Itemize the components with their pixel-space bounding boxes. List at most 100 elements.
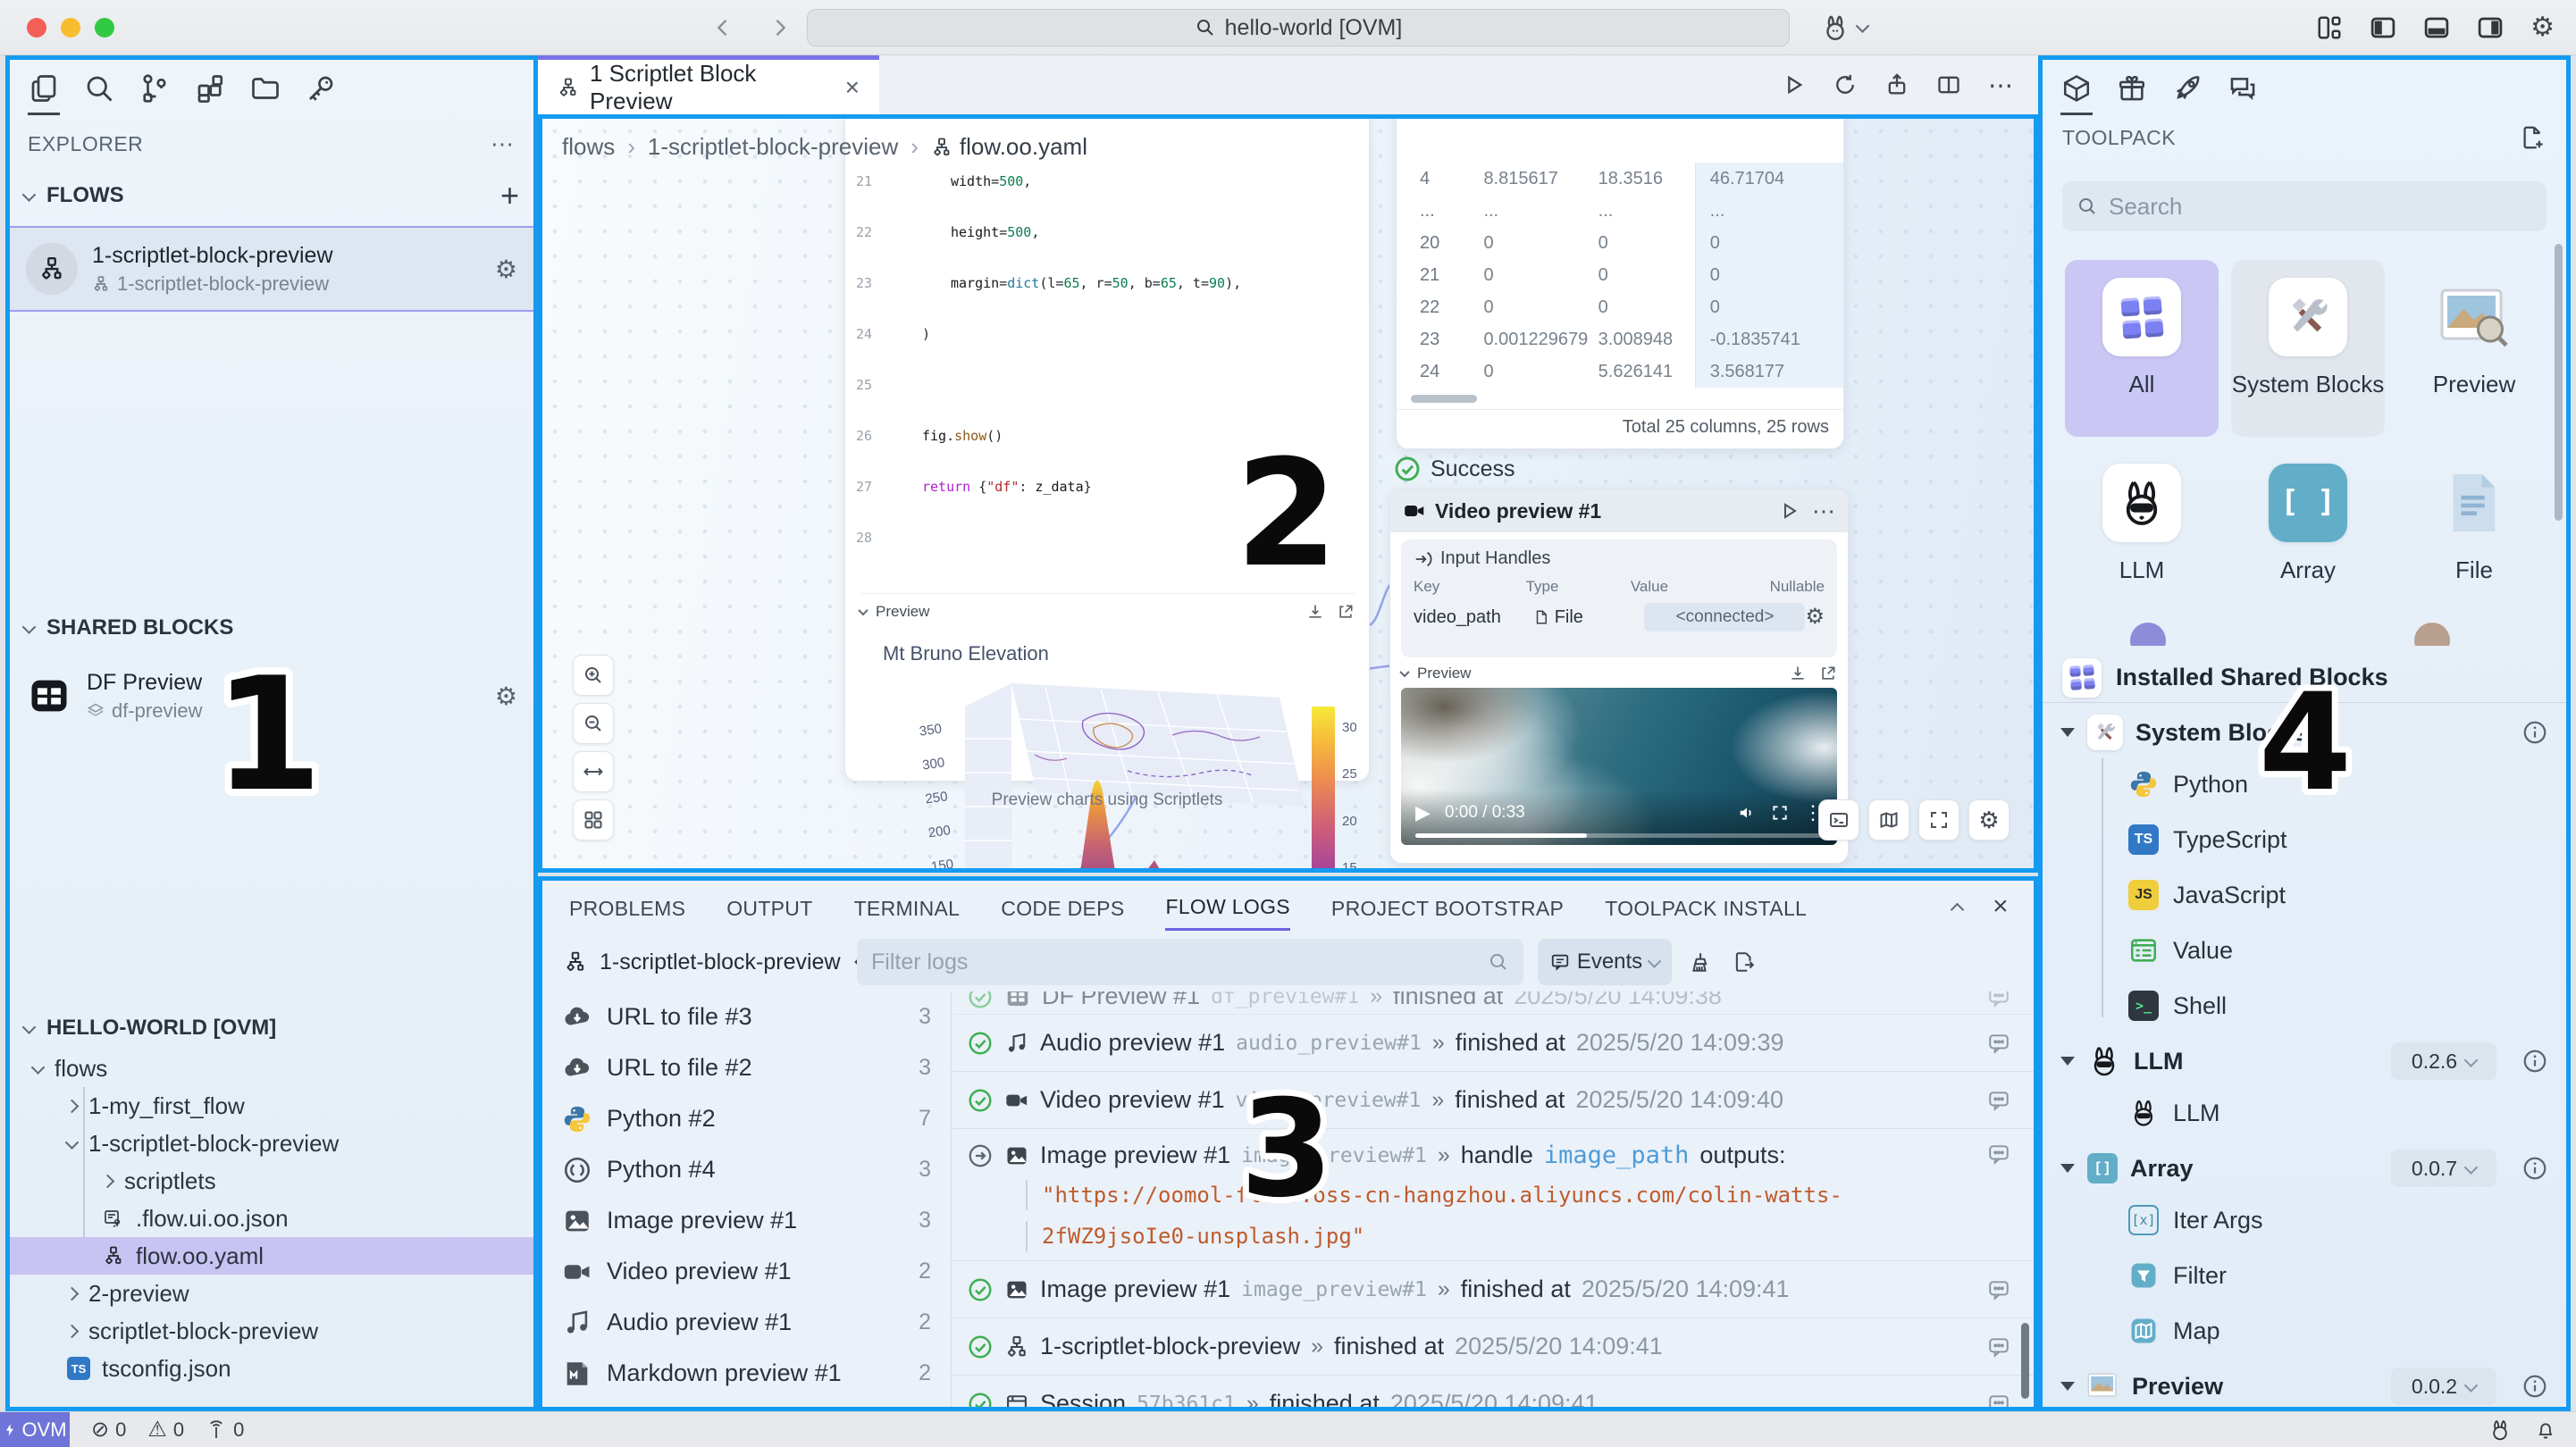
group-system-blocks[interactable]: System Blocks	[2043, 707, 2566, 758]
list-item[interactable]: Audio preview #12	[542, 1297, 951, 1348]
files-icon[interactable]	[21, 60, 67, 117]
minimize-window-button[interactable]	[61, 18, 80, 38]
blocks-icon[interactable]	[187, 60, 233, 117]
flows-section-header[interactable]: FLOWS +	[10, 172, 533, 219]
flows-view-icon[interactable]	[131, 60, 178, 117]
category-llm[interactable]: LLM	[2065, 446, 2219, 623]
explorer-more-icon[interactable]: ⋯	[491, 130, 516, 158]
handle-value-chip[interactable]: <connected>	[1644, 603, 1805, 631]
info-icon[interactable]	[2521, 719, 2548, 746]
shared-block-settings-gear-icon[interactable]: ⚙	[495, 682, 517, 711]
chat-icon[interactable]	[2219, 60, 2266, 117]
scriptlet-node-card[interactable]: 21width=500, 22height=500, 23margin=dict…	[844, 114, 1370, 782]
toolpack-search-box[interactable]	[2062, 181, 2547, 231]
sidebar-scrollbar[interactable]	[2555, 244, 2563, 521]
version-dropdown[interactable]: 0.0.2	[2391, 1368, 2496, 1405]
category-system-blocks[interactable]: System Blocks	[2231, 260, 2385, 437]
run-flow-icon[interactable]	[1781, 72, 1806, 97]
version-dropdown[interactable]: 0.0.7	[2391, 1150, 2496, 1187]
output-url[interactable]: 2fWZ9jsoIe0-unsplash.jpg"	[967, 1221, 1971, 1251]
info-icon[interactable]	[2521, 1048, 2548, 1075]
block-python[interactable]: Python	[2043, 758, 2566, 810]
new-block-icon[interactable]	[2520, 124, 2547, 151]
log-row[interactable]: 1-scriptlet-block-preview»finished at202…	[952, 1318, 2034, 1376]
play-icon[interactable]: ▶	[1415, 801, 1431, 824]
log-row[interactable]: DF Preview #1df_preview#1»finished at202…	[952, 991, 2034, 1015]
warnings-indicator[interactable]: ⚠0	[147, 1417, 184, 1443]
version-dropdown[interactable]: 0.2.6	[2391, 1042, 2496, 1080]
volume-icon[interactable]	[1737, 803, 1757, 823]
console-button[interactable]	[1818, 799, 1859, 841]
editor-tab[interactable]: 1 Scriptlet Block Preview ×	[538, 55, 879, 114]
download-icon[interactable]	[1789, 665, 1807, 682]
block-typescript[interactable]: TSTypeScript	[2043, 814, 2566, 866]
search-icon[interactable]	[76, 60, 122, 117]
back-icon[interactable]	[710, 15, 735, 40]
list-item[interactable]: Python #43	[542, 1144, 951, 1195]
tree-item-my-first-flow[interactable]: 1-my_first_flow	[10, 1087, 533, 1125]
more-actions-icon[interactable]: ⋯	[1988, 71, 2013, 100]
tab-flow-logs[interactable]: FLOW LOGS	[1165, 882, 1289, 931]
comment-icon[interactable]	[1987, 1393, 2010, 1408]
comment-icon[interactable]	[1987, 1032, 2010, 1055]
tree-item-flow-yaml-selected[interactable]: flow.oo.yaml	[10, 1237, 533, 1275]
tree-item-scriptlet-block-preview-2[interactable]: scriptlet-block-preview	[10, 1312, 533, 1350]
list-item[interactable]: Markdown preview #12	[542, 1348, 951, 1399]
preview-section-header[interactable]: Preview	[860, 593, 1355, 621]
block-javascript[interactable]: JSJavaScript	[2043, 869, 2566, 921]
key-icon[interactable]	[298, 60, 344, 117]
rabbit-icon[interactable]	[2488, 1418, 2512, 1442]
video-progress-bar[interactable]	[1415, 833, 1823, 838]
toggle-right-panel-icon[interactable]	[2477, 14, 2504, 41]
zoom-window-button[interactable]	[95, 18, 114, 38]
list-item[interactable]: Image preview #13	[542, 1195, 951, 1246]
breadcrumb-flow-folder[interactable]: 1-scriptlet-block-preview	[648, 133, 898, 161]
export-logs-icon[interactable]	[1733, 950, 1756, 974]
category-preview[interactable]: Preview	[2397, 260, 2551, 437]
output-url[interactable]: "https://oomol-flows.oss-cn-hangzhou.ali…	[967, 1180, 1971, 1210]
group-llm[interactable]: LLM 0.2.6	[2043, 1035, 2566, 1087]
node-header[interactable]: Video preview #1 ⋯	[1390, 489, 1848, 532]
open-external-icon[interactable]	[1337, 603, 1355, 621]
block-shell[interactable]: >_Shell	[2043, 980, 2566, 1032]
flow-canvas[interactable]: flows › 1-scriptlet-block-preview › flow…	[538, 114, 2038, 873]
breadcrumb-current[interactable]: flow.oo.yaml	[931, 133, 1087, 161]
add-flow-button[interactable]: +	[500, 177, 519, 214]
log-row[interactable]: Audio preview #1audio_preview#1»finished…	[952, 1015, 2034, 1072]
command-center-search[interactable]: hello-world [OVM]	[807, 9, 1790, 46]
block-iter-args[interactable]: [x]Iter Args	[2043, 1194, 2566, 1246]
ports-indicator[interactable]: 0	[206, 1418, 244, 1442]
toolpack-search-input[interactable]	[2109, 193, 2532, 221]
minimap-button[interactable]	[1868, 799, 1909, 841]
close-panel-icon[interactable]: ×	[1993, 891, 2009, 922]
shared-block-item[interactable]: DF Preview df-preview ⚙	[10, 653, 533, 739]
shared-blocks-section-header[interactable]: SHARED BLOCKS	[10, 605, 533, 651]
group-preview[interactable]: Preview 0.0.2	[2043, 1360, 2566, 1411]
comment-icon[interactable]	[1987, 1142, 2010, 1166]
breadcrumb[interactable]: flows › 1-scriptlet-block-preview › flow…	[562, 133, 1087, 161]
gift-icon[interactable]	[2109, 60, 2155, 117]
tab-terminal[interactable]: TERMINAL	[854, 884, 961, 930]
info-icon[interactable]	[2521, 1155, 2548, 1182]
clear-logs-icon[interactable]	[1688, 950, 1711, 974]
project-section-header[interactable]: HELLO-WORLD [OVM]	[10, 1005, 533, 1051]
dataframe-preview-card[interactable]: 48.81561718.351646.71704 ............ 20…	[1396, 114, 1844, 449]
list-item[interactable]: URL to file #33	[542, 991, 951, 1042]
comment-icon[interactable]	[1987, 1089, 2010, 1112]
category-all[interactable]: All	[2065, 260, 2219, 437]
category-array[interactable]: [ ]Array	[2231, 446, 2385, 623]
logs-scrollbar[interactable]	[2021, 1323, 2029, 1399]
flow-list-item[interactable]: 1-scriptlet-block-preview 1-scriptlet-bl…	[10, 226, 533, 312]
maximize-panel-icon[interactable]	[1951, 902, 1965, 916]
forward-icon[interactable]	[768, 15, 793, 40]
rocket-icon[interactable]	[2164, 60, 2211, 117]
node-more-icon[interactable]: ⋯	[1812, 498, 1835, 525]
run-node-icon[interactable]	[1778, 500, 1800, 522]
fullscreen-icon[interactable]	[1771, 804, 1789, 822]
export-icon[interactable]	[1884, 72, 1909, 97]
tree-item-scriptlet-block-preview[interactable]: 1-scriptlet-block-preview	[10, 1125, 533, 1162]
errors-indicator[interactable]: ⊘0	[91, 1417, 126, 1443]
video-player[interactable]: ▶ 0:00 / 0:33 ⋮	[1401, 688, 1837, 845]
group-array[interactable]: [ ] Array 0.0.7	[2043, 1142, 2566, 1194]
category-file[interactable]: File	[2397, 446, 2551, 623]
